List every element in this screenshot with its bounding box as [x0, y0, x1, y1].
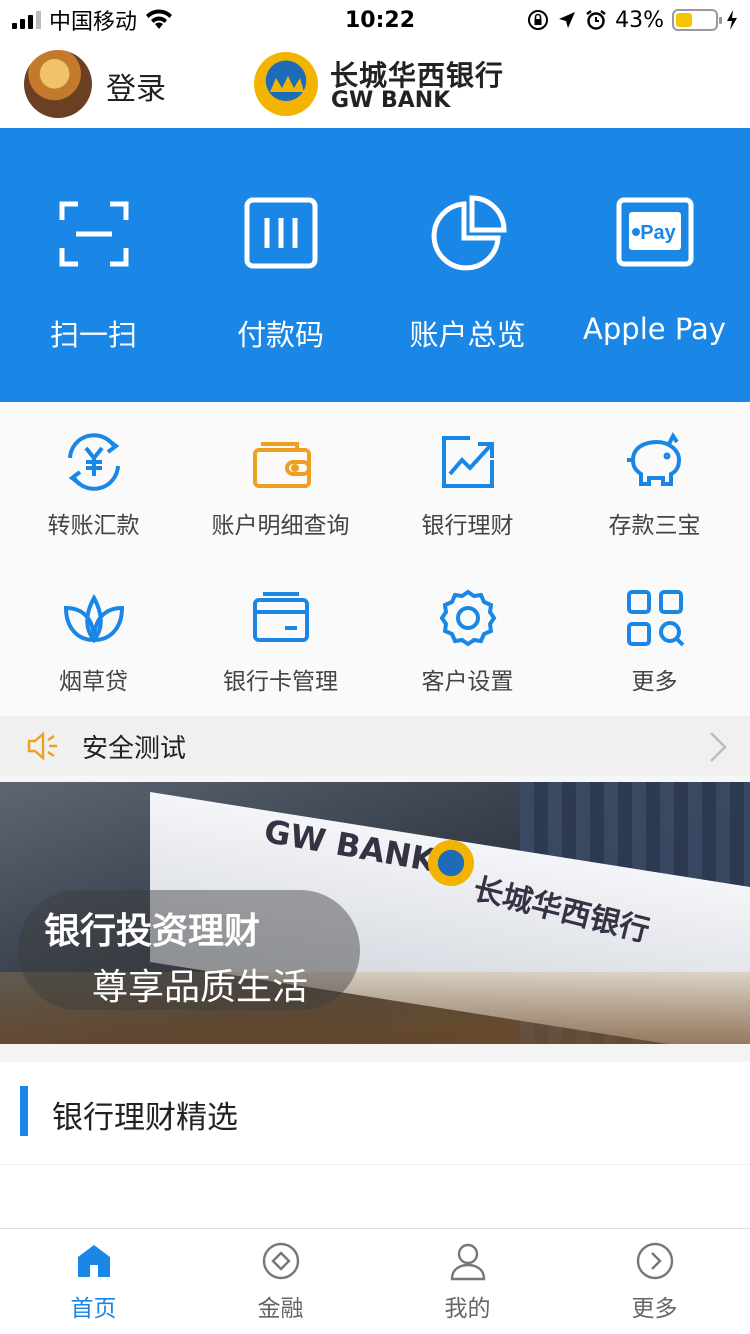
quick-action-account-overview[interactable]: 账户总览 [374, 128, 561, 402]
app-header: 登录 长城华西银行 GW BANK [0, 40, 750, 128]
apple-pay-icon-text: Pay [640, 222, 676, 244]
transfer-icon [67, 433, 120, 491]
section-title: 银行理财精选 [52, 1100, 238, 1136]
bank-logo-icon [254, 52, 318, 116]
chevron-right-icon [710, 732, 727, 762]
security-notice[interactable]: 安全测试 [0, 716, 750, 776]
tab-label: 更多 [631, 1296, 678, 1322]
carrier-name: 中国移动 [49, 10, 138, 35]
battery-icon [672, 9, 722, 31]
quick-action-payment-code[interactable]: 付款码 [187, 128, 374, 402]
services-grid: 转账汇款 账户明细查询 银行理财 存款三宝 烟草贷 银行卡管理 客户设置 更多 [0, 402, 750, 716]
gear-icon [439, 589, 496, 647]
pie-chart-icon [431, 195, 507, 271]
service-card-management[interactable]: 银行卡管理 [187, 586, 374, 696]
banner-subtitle: 尊享品质生活 [92, 967, 309, 1008]
quick-action-label: 账户总览 [409, 318, 526, 352]
piggy-bank-icon [626, 432, 681, 486]
service-label: 客户设置 [421, 669, 514, 695]
avatar[interactable] [24, 50, 92, 118]
more-arrow-icon [636, 1242, 673, 1280]
status-bar: 中国移动 10:22 43% [0, 0, 750, 40]
rotation-lock-icon [528, 10, 549, 30]
tab-home[interactable]: 首页 [0, 1229, 187, 1334]
service-deposit[interactable]: 存款三宝 [561, 430, 748, 540]
banner-logo-icon [428, 840, 474, 886]
service-label: 账户明细查询 [211, 513, 350, 539]
tab-label: 金融 [257, 1296, 304, 1322]
banner-title: 银行投资理财 [44, 911, 261, 952]
service-label: 烟草贷 [59, 669, 128, 695]
service-label: 银行理财 [421, 513, 514, 539]
quick-actions: 扫一扫 付款码 账户总览 Pay Apple Pay [0, 128, 750, 402]
service-label: 存款三宝 [608, 513, 701, 539]
quick-action-label: Apple Pay [583, 312, 726, 346]
tab-label: 我的 [444, 1296, 491, 1322]
service-label: 更多 [631, 669, 678, 695]
product-list-peek[interactable] [0, 1164, 750, 1228]
section-divider [0, 1044, 750, 1062]
home-icon [77, 1245, 110, 1277]
wallet-icon [252, 442, 311, 488]
quick-action-label: 扫一扫 [49, 318, 137, 352]
battery-percent: 43% [615, 7, 664, 33]
trend-chart-icon [441, 436, 494, 488]
quick-action-scan[interactable]: 扫一扫 [0, 128, 187, 402]
bank-name-en: GW BANK [331, 88, 451, 113]
tab-more[interactable]: 更多 [561, 1229, 748, 1334]
service-label: 转账汇款 [47, 513, 140, 539]
service-transfer[interactable]: 转账汇款 [0, 430, 187, 540]
tab-mine[interactable]: 我的 [374, 1229, 561, 1334]
charging-icon [727, 10, 737, 30]
user-icon [450, 1243, 485, 1281]
more-grid-icon [626, 590, 684, 647]
promo-banner[interactable]: GW BANK 长城华西银行 银行投资理财 尊享品质生活 [0, 782, 750, 1044]
service-account-details[interactable]: 账户明细查询 [187, 430, 374, 540]
service-customer-settings[interactable]: 客户设置 [374, 586, 561, 696]
tab-label: 首页 [70, 1296, 117, 1322]
leaf-icon [63, 593, 124, 644]
speaker-icon [27, 731, 57, 761]
card-icon [252, 592, 309, 642]
status-time: 10:22 [345, 7, 416, 33]
notice-text: 安全测试 [82, 733, 187, 764]
scan-icon [59, 201, 128, 267]
tab-finance[interactable]: 金融 [187, 1229, 374, 1334]
signal-icon [12, 11, 41, 29]
section-accent-bar [20, 1086, 28, 1136]
status-right: 43% [527, 8, 738, 33]
login-button[interactable]: 登录 [106, 64, 166, 108]
status-left: 中国移动 [12, 4, 173, 36]
service-wealth[interactable]: 银行理财 [374, 430, 561, 540]
payment-code-icon [244, 197, 317, 269]
finance-icon [262, 1242, 299, 1280]
service-more[interactable]: 更多 [561, 586, 748, 696]
section-header: 银行理财精选 [0, 1062, 750, 1164]
quick-action-label: 付款码 [236, 318, 324, 352]
wifi-icon [146, 9, 173, 29]
tab-bar: 首页 金融 我的 更多 [0, 1228, 750, 1334]
location-icon [559, 12, 576, 28]
alarm-icon [586, 10, 606, 30]
quick-action-apple-pay[interactable]: Pay Apple Pay [561, 128, 748, 402]
service-label: 银行卡管理 [223, 669, 338, 695]
apple-pay-icon: Pay [616, 197, 693, 267]
service-tobacco-loan[interactable]: 烟草贷 [0, 586, 187, 696]
